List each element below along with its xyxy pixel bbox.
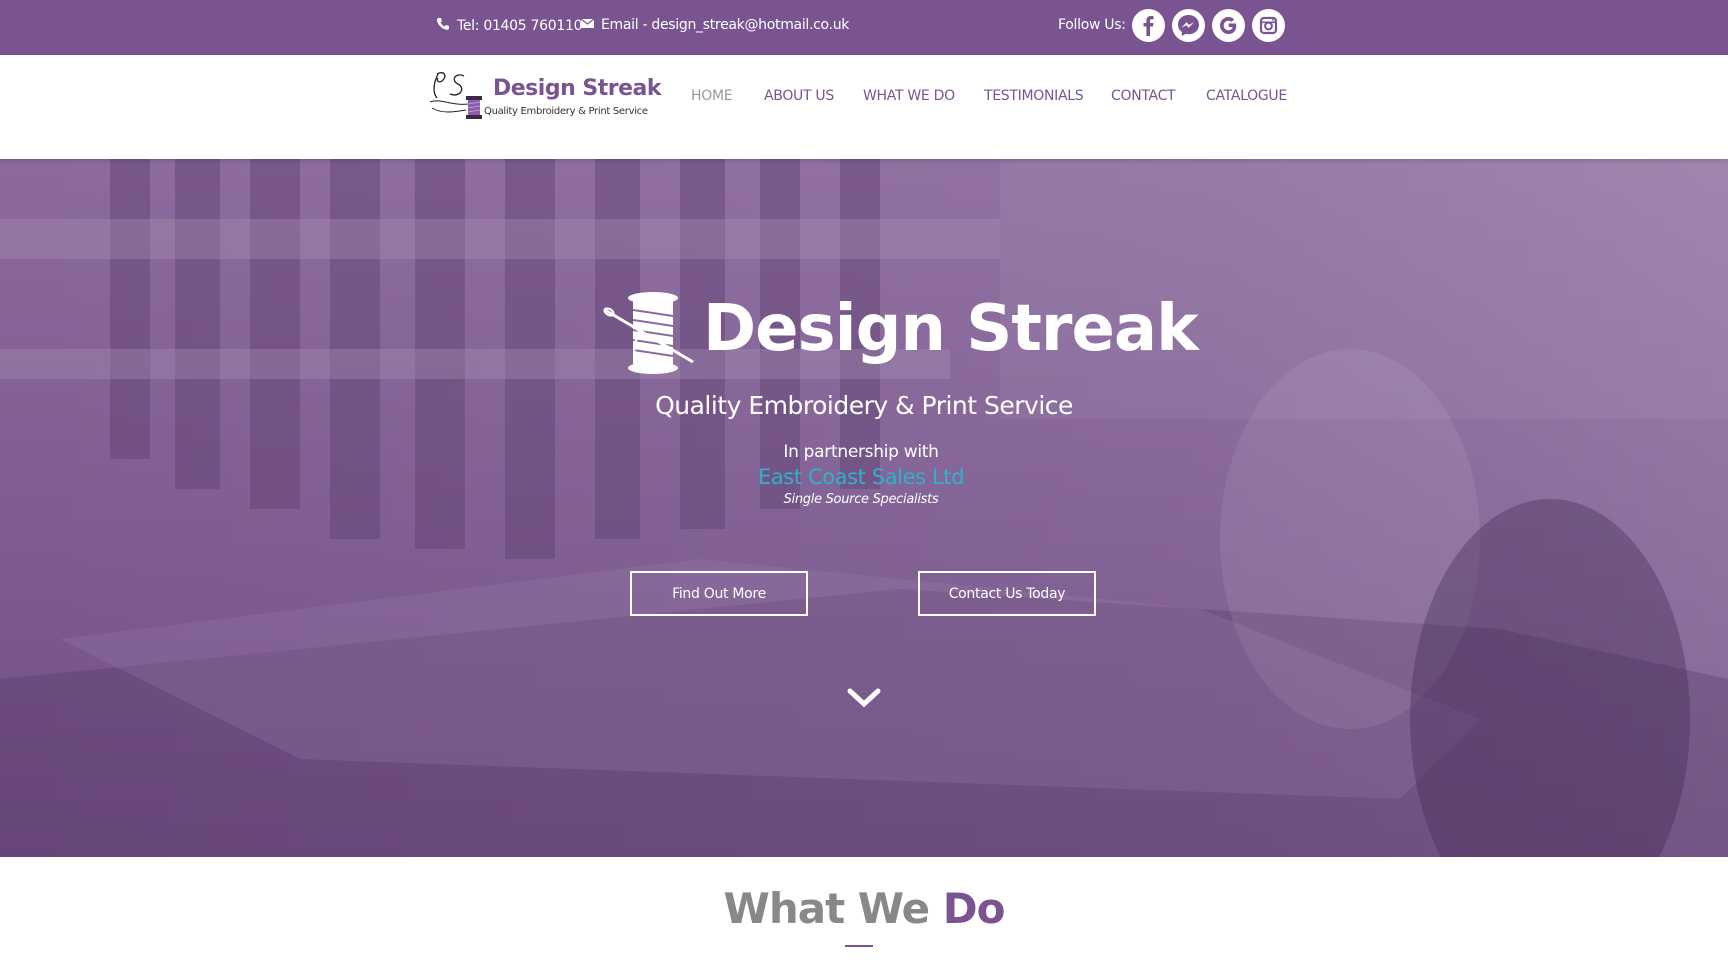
top-bar: Tel: 01405 760110 Email - design_streak@… bbox=[0, 0, 1728, 55]
nav-home[interactable]: HOME bbox=[691, 88, 733, 104]
section-heading-main: What We bbox=[723, 884, 931, 933]
logo-icon[interactable] bbox=[428, 68, 488, 130]
nav-contact[interactable]: CONTACT bbox=[1111, 88, 1176, 104]
phone-contact[interactable]: Tel: 01405 760110 bbox=[436, 17, 582, 35]
site-header: Design Streak Quality Embroidery & Print… bbox=[0, 55, 1728, 159]
logo-subtitle: Quality Embroidery & Print Service bbox=[484, 106, 648, 117]
hero-subtitle: Quality Embroidery & Print Service bbox=[655, 391, 1073, 420]
google-icon[interactable] bbox=[1212, 9, 1245, 42]
section-heading-accent: Do bbox=[942, 884, 1006, 933]
partner-name-link[interactable]: East Coast Sales Ltd bbox=[0, 465, 1722, 489]
partner-tagline: Single Source Specialists bbox=[783, 492, 939, 507]
section-underline bbox=[845, 945, 873, 947]
follow-label: Follow Us: bbox=[1058, 17, 1126, 33]
thread-spool-icon bbox=[603, 290, 695, 382]
email-contact[interactable]: Email - design_streak@hotmail.co.uk bbox=[580, 17, 850, 33]
nav-testimonials[interactable]: TESTIMONIALS bbox=[984, 88, 1084, 104]
email-text: Email - design_streak@hotmail.co.uk bbox=[601, 17, 850, 33]
logo-title[interactable]: Design Streak bbox=[493, 76, 662, 101]
chevron-down-icon[interactable] bbox=[846, 687, 882, 715]
section-heading: What We Do bbox=[0, 884, 1728, 933]
nav-catalogue[interactable]: CATALOGUE bbox=[1206, 88, 1287, 104]
contact-us-today-button[interactable]: Contact Us Today bbox=[918, 571, 1096, 616]
facebook-icon[interactable] bbox=[1132, 9, 1165, 42]
phone-icon bbox=[436, 17, 450, 35]
mail-icon bbox=[580, 17, 595, 33]
partner-intro: In partnership with bbox=[783, 442, 939, 462]
instagram-icon[interactable] bbox=[1252, 9, 1285, 42]
hero-background-image bbox=[0, 159, 1728, 857]
phone-text: Tel: 01405 760110 bbox=[457, 18, 583, 34]
nav-what-we-do[interactable]: WHAT WE DO bbox=[863, 88, 955, 104]
hero-banner: Design Streak Quality Embroidery & Print… bbox=[0, 159, 1728, 857]
find-out-more-button[interactable]: Find Out More bbox=[630, 571, 808, 616]
nav-about-us[interactable]: ABOUT US bbox=[764, 88, 834, 104]
hero-title: Design Streak bbox=[703, 292, 1199, 366]
messenger-icon[interactable] bbox=[1172, 9, 1205, 42]
